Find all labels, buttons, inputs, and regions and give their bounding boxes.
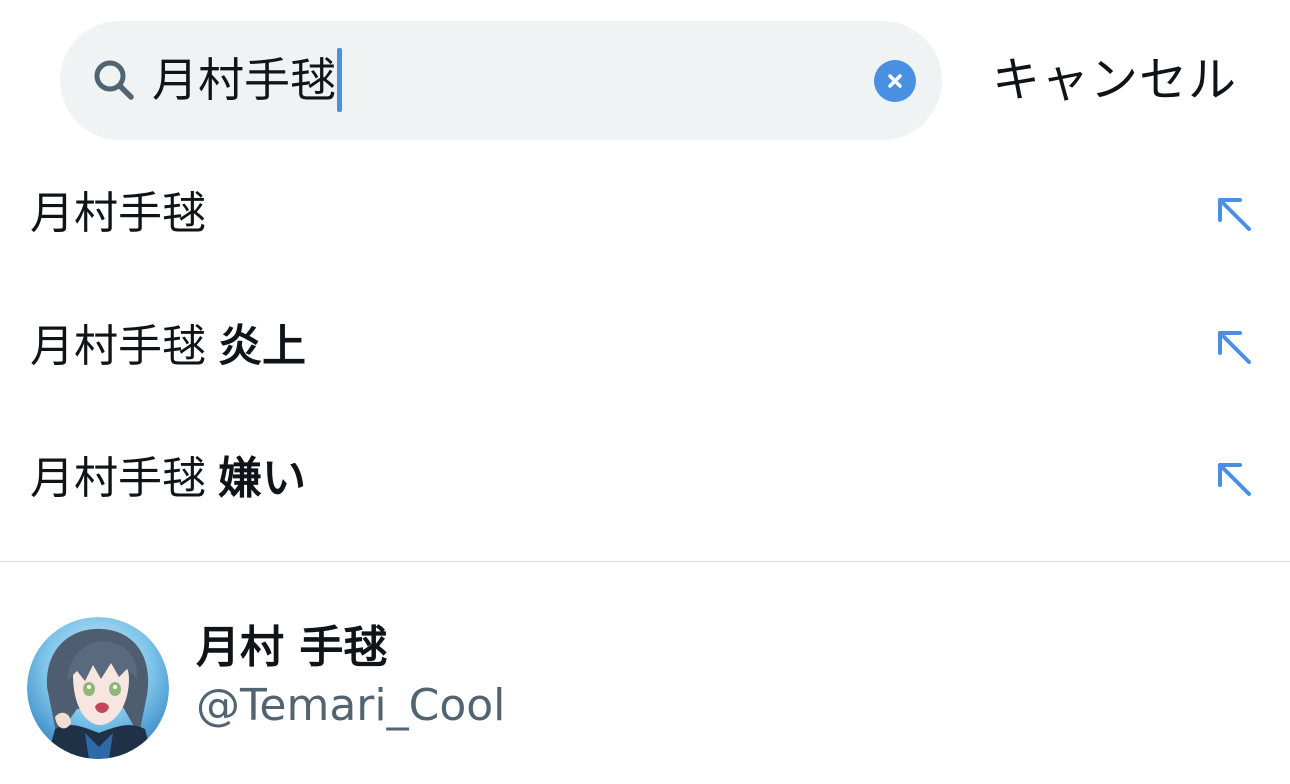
divider bbox=[0, 561, 1290, 562]
search-icon bbox=[94, 60, 134, 100]
arrow-up-left-icon[interactable] bbox=[1214, 194, 1254, 234]
suggestion-base-text: 月村手毬 bbox=[30, 188, 206, 239]
suggestion-item[interactable]: 月村手毬 bbox=[0, 164, 1290, 264]
user-result-row[interactable]: 月村 手毬 @Temari_Cool bbox=[0, 600, 1290, 784]
user-display-name: 月村 手毬 bbox=[196, 622, 388, 673]
avatar[interactable] bbox=[27, 617, 169, 759]
suggestion-extra-text: 炎上 bbox=[218, 321, 306, 372]
user-handle: @Temari_Cool bbox=[196, 680, 506, 731]
cancel-button[interactable]: キャンセル bbox=[992, 50, 1237, 110]
search-query-text: 月村手毬 bbox=[152, 53, 336, 107]
arrow-up-left-icon[interactable] bbox=[1214, 459, 1254, 499]
suggestion-base-text: 月村手毬 bbox=[30, 321, 206, 372]
text-caret bbox=[337, 48, 342, 112]
suggestion-text: 月村手毬 嫌い bbox=[30, 451, 306, 507]
clear-search-button[interactable] bbox=[874, 60, 916, 102]
arrow-up-left-icon[interactable] bbox=[1214, 327, 1254, 367]
search-input[interactable]: 月村手毬 bbox=[152, 48, 342, 112]
suggestion-item[interactable]: 月村手毬 炎上 bbox=[0, 297, 1290, 397]
suggestion-item[interactable]: 月村手毬 嫌い bbox=[0, 429, 1290, 529]
suggestion-text: 月村手毬 bbox=[30, 186, 206, 242]
clear-icon bbox=[888, 74, 902, 88]
suggestion-text: 月村手毬 炎上 bbox=[30, 319, 306, 375]
suggestion-base-text: 月村手毬 bbox=[30, 453, 206, 504]
suggestion-extra-text: 嫌い bbox=[218, 453, 306, 504]
